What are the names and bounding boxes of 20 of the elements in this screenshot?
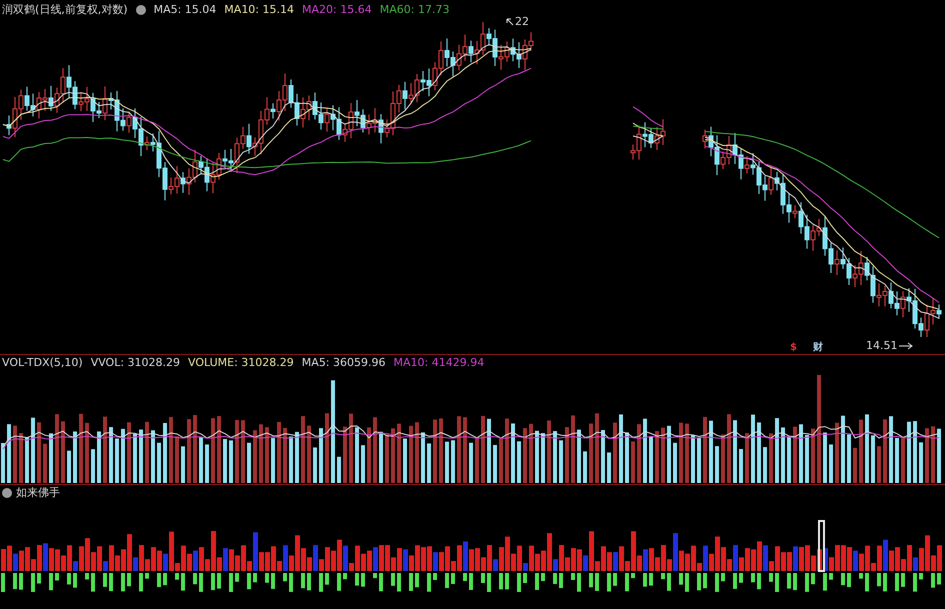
volume-title: VOL-TDX(5,10) xyxy=(2,354,83,371)
arrow-icon xyxy=(898,342,912,350)
arrow-icon xyxy=(506,18,514,26)
event-marker[interactable]: $ xyxy=(790,340,797,355)
volume-reading: VVOL: 31028.29 xyxy=(90,354,180,371)
settings-icon[interactable] xyxy=(2,488,12,498)
indicator-title: 如来佛手 xyxy=(16,484,60,501)
volume-reading: VOLUME: 31028.29 xyxy=(188,354,294,371)
ma-reading: MA10: 15.14 xyxy=(224,2,294,18)
ma-reading: MA5: 15.04 xyxy=(154,2,216,18)
settings-icon[interactable] xyxy=(136,5,146,16)
event-marker[interactable]: 财 xyxy=(812,340,823,355)
high-price-label: 22 xyxy=(515,14,529,30)
low-price-label: 14.51 xyxy=(866,338,898,354)
volume-reading: MA5: 36059.96 xyxy=(302,354,386,371)
signal-bar-outline xyxy=(818,520,825,572)
ma-reading: MA20: 15.64 xyxy=(302,2,372,18)
volume-reading: MA10: 41429.94 xyxy=(394,354,484,371)
chart-title: 润双鹤(日线,前复权,对数) xyxy=(2,2,128,18)
ma-reading: MA60: 17.73 xyxy=(380,2,450,18)
